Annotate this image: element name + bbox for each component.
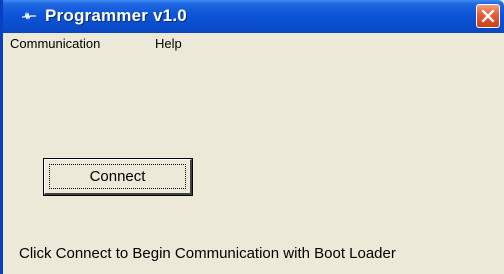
menu-help[interactable]: Help	[155, 36, 182, 51]
title-bar[interactable]: Programmer v1.0	[3, 0, 504, 33]
status-message: Click Connect to Begin Communication wit…	[19, 245, 396, 262]
menu-communication[interactable]: Communication	[10, 36, 100, 51]
menu-bar: Communication Help	[3, 33, 504, 55]
focus-rectangle	[49, 164, 186, 189]
app-icon	[22, 11, 36, 20]
close-icon	[481, 9, 495, 23]
app-window: Programmer v1.0 Communication Help Conne…	[0, 0, 504, 274]
window-title: Programmer v1.0	[45, 6, 187, 25]
connect-button[interactable]: Connect	[43, 158, 193, 196]
close-button[interactable]	[476, 4, 500, 28]
